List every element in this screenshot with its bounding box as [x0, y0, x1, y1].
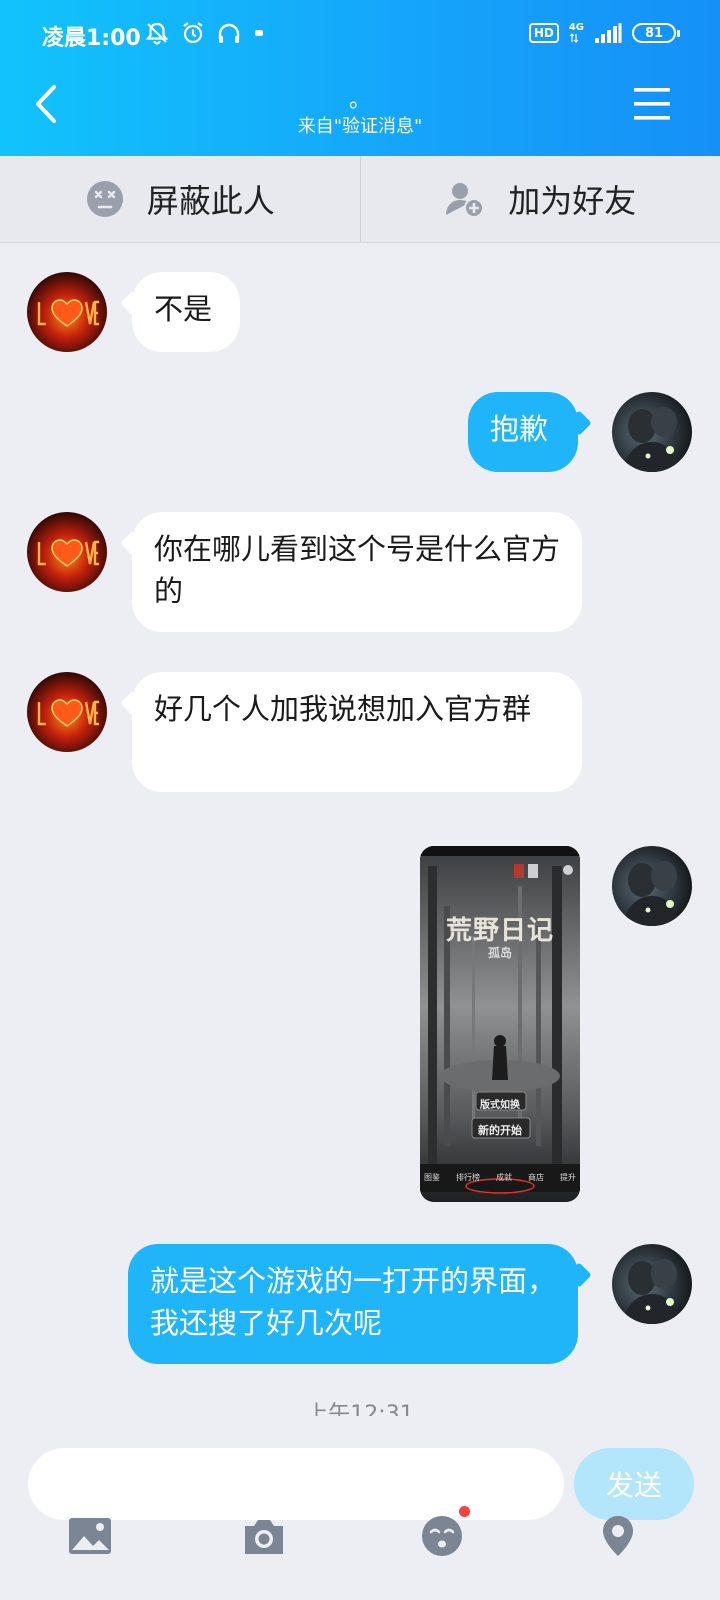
game-menu-item: 成就 [496, 1173, 512, 1182]
add-friend-icon [446, 183, 485, 218]
block-user-label: 屏蔽此人 [146, 182, 275, 220]
self-avatar[interactable] [612, 392, 692, 472]
chat-header: 凌晨1:00 HD 4G 81 。 来自"验证消息" [0, 0, 720, 156]
game-menu-item: 排行榜 [456, 1173, 480, 1182]
message-row: 抱歉 [0, 392, 720, 472]
message-text: 你在哪儿看到这个号是什么官方的 [154, 532, 561, 608]
chat-title: 。 [348, 88, 371, 113]
message-row: 你在哪儿看到这个号是什么官方的 [0, 512, 720, 632]
message-bubble[interactable]: 你在哪儿看到这个号是什么官方的 [132, 512, 582, 632]
game-title: 荒野日记 [445, 916, 554, 946]
chat-title-area: 。 来自"验证消息" [160, 88, 560, 138]
new-emoji-badge [459, 1506, 470, 1517]
image-icon [69, 1518, 111, 1554]
image-button[interactable] [60, 1506, 120, 1566]
battery-level: 81 [644, 25, 664, 41]
image-message[interactable]: 荒野日记 孤岛 版式如换 新的开始 图鉴 排行榜 成就 商店 提升 [420, 846, 580, 1202]
message-text: 好几个人加我说想加入官方群 [154, 692, 532, 726]
message-bubble[interactable]: 不是 [132, 272, 240, 352]
self-avatar[interactable] [612, 1244, 692, 1324]
game-menu-item: 提升 [560, 1173, 576, 1182]
location-icon [603, 1516, 633, 1556]
message-text: 抱歉 [490, 412, 549, 446]
status-icons-right: HD 4G 81 [528, 22, 680, 44]
fire-love-avatar-icon [27, 272, 107, 352]
message-timestamp: 上午12:31 [306, 1402, 414, 1418]
message-bubble[interactable]: 好几个人加我说想加入官方群 [132, 672, 582, 792]
camera-icon [245, 1520, 283, 1554]
self-avatar[interactable] [612, 846, 692, 926]
block-face-icon [86, 181, 123, 217]
contact-avatar[interactable] [27, 512, 107, 592]
message-text: 就是这个游戏的一打开的界面，我还搜了好几次呢 [150, 1264, 557, 1340]
add-friend-button[interactable]: 加为好友 [361, 156, 720, 242]
couple-avatar-icon [612, 392, 692, 472]
game-menu: 图鉴 排行榜 成就 商店 提升 [424, 1172, 576, 1183]
game-button-1: 版式如换 [480, 1100, 520, 1111]
fire-love-avatar-icon [27, 512, 107, 592]
chevron-left-icon [36, 85, 56, 123]
menu-button[interactable] [632, 86, 672, 122]
game-menu-item: 图鉴 [424, 1173, 440, 1182]
input-toolbar [0, 1506, 720, 1586]
message-row: 就是这个游戏的一打开的界面，我还搜了好几次呢 [0, 1244, 720, 1364]
status-time: 凌晨1:00 [42, 26, 141, 51]
network-label: 4G [568, 22, 584, 33]
game-subtitle: 孤岛 [487, 946, 512, 960]
block-user-button[interactable]: 屏蔽此人 [0, 156, 360, 242]
fire-love-avatar-icon [27, 672, 107, 752]
message-row: 好几个人加我说想加入官方群 [0, 672, 720, 792]
headphones-icon [218, 23, 240, 43]
back-button[interactable] [26, 82, 66, 126]
emoji-button[interactable] [412, 1506, 472, 1566]
notification-dot-icon [255, 30, 263, 36]
contact-avatar[interactable] [27, 272, 107, 352]
couple-avatar-icon [612, 1244, 692, 1324]
status-bar: 凌晨1:00 HD 4G 81 [0, 0, 720, 70]
message-row: 荒野日记 孤岛 版式如换 新的开始 图鉴 排行榜 成就 商店 提升 [0, 846, 720, 1202]
stranger-action-bar: 屏蔽此人 加为好友 [0, 156, 720, 243]
message-row: 不是 [0, 272, 720, 352]
data-arrows-icon [569, 33, 579, 43]
add-friend-label: 加为好友 [508, 182, 637, 220]
hamburger-menu-icon [634, 88, 670, 120]
status-icons-left [144, 20, 266, 46]
network-indicator: 4G [569, 23, 584, 43]
message-bubble[interactable]: 就是这个游戏的一打开的界面，我还搜了好几次呢 [128, 1244, 578, 1364]
chat-subtitle: 来自"验证消息" [297, 116, 423, 137]
game-button-2: 新的开始 [478, 1124, 522, 1137]
game-screenshot-image [420, 846, 580, 1202]
emoji-icon [422, 1516, 462, 1556]
mute-bell-icon [145, 22, 169, 45]
contact-avatar[interactable] [27, 672, 107, 752]
camera-button[interactable] [234, 1506, 294, 1566]
hd-badge: HD [528, 23, 559, 43]
couple-avatar-icon [612, 846, 692, 926]
alarm-icon [183, 22, 203, 44]
game-menu-item: 商店 [528, 1173, 544, 1182]
signal-icon [595, 23, 622, 43]
message-text: 不是 [154, 292, 213, 326]
location-button[interactable] [588, 1506, 648, 1566]
message-bubble[interactable]: 抱歉 [468, 392, 578, 472]
battery-icon: 81 [632, 23, 680, 43]
